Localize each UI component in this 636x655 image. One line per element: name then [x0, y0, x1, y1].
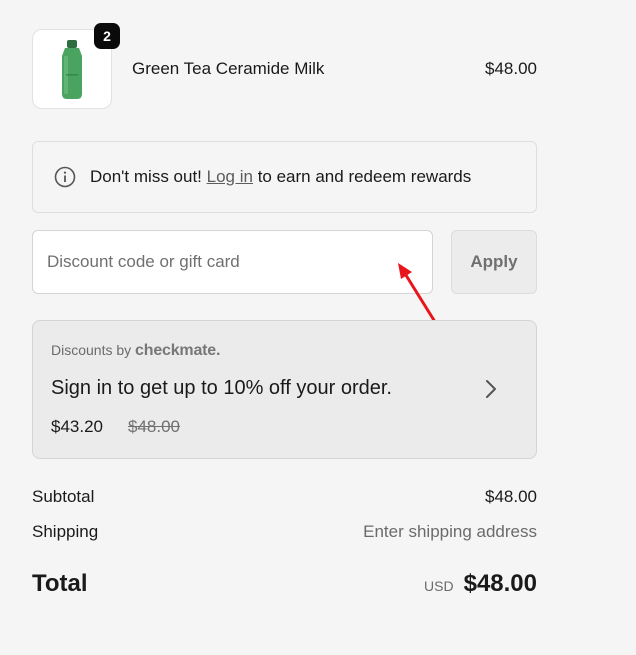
- line-item: 2 Green Tea Ceramide Milk $48.00: [32, 23, 537, 110]
- subtotal-value: $48.00: [485, 487, 537, 506]
- chevron-right-icon[interactable]: [484, 378, 498, 405]
- info-circle-icon: [54, 166, 76, 188]
- total-amount: $48.00: [463, 570, 537, 597]
- offer-by-label: Discounts by: [51, 342, 132, 358]
- shipping-value: Enter shipping address: [363, 522, 537, 541]
- quantity-badge: 2: [94, 23, 120, 49]
- offer-discounted-price: $43.20: [51, 417, 103, 436]
- product-price: $48.00: [485, 59, 537, 78]
- checkmate-logo: checkmate.: [135, 342, 221, 359]
- total-currency: USD: [424, 578, 454, 594]
- discount-code-input[interactable]: [32, 230, 433, 294]
- notice-suffix: to earn and redeem rewards: [257, 167, 472, 186]
- notice-prefix: Don't miss out!: [90, 167, 202, 186]
- total-value-group: USD $48.00: [424, 570, 537, 598]
- offer-original-price: $48.00: [128, 417, 180, 436]
- total-label: Total: [32, 570, 88, 597]
- offer-provider: Discounts by checkmate.: [51, 342, 220, 360]
- checkmate-offer-card[interactable]: Discounts by checkmate. Sign in to get u…: [32, 320, 537, 459]
- offer-title: Sign in to get up to 10% off your order.: [51, 377, 392, 399]
- apply-button[interactable]: Apply: [451, 230, 537, 294]
- shipping-label: Shipping: [32, 522, 99, 541]
- subtotal-label: Subtotal: [32, 487, 95, 506]
- login-link[interactable]: Log in: [207, 167, 253, 187]
- product-name: Green Tea Ceramide Milk: [132, 59, 325, 78]
- product-bottle-image: [62, 40, 82, 99]
- rewards-notice: Don't miss out! Log in to earn and redee…: [32, 141, 537, 213]
